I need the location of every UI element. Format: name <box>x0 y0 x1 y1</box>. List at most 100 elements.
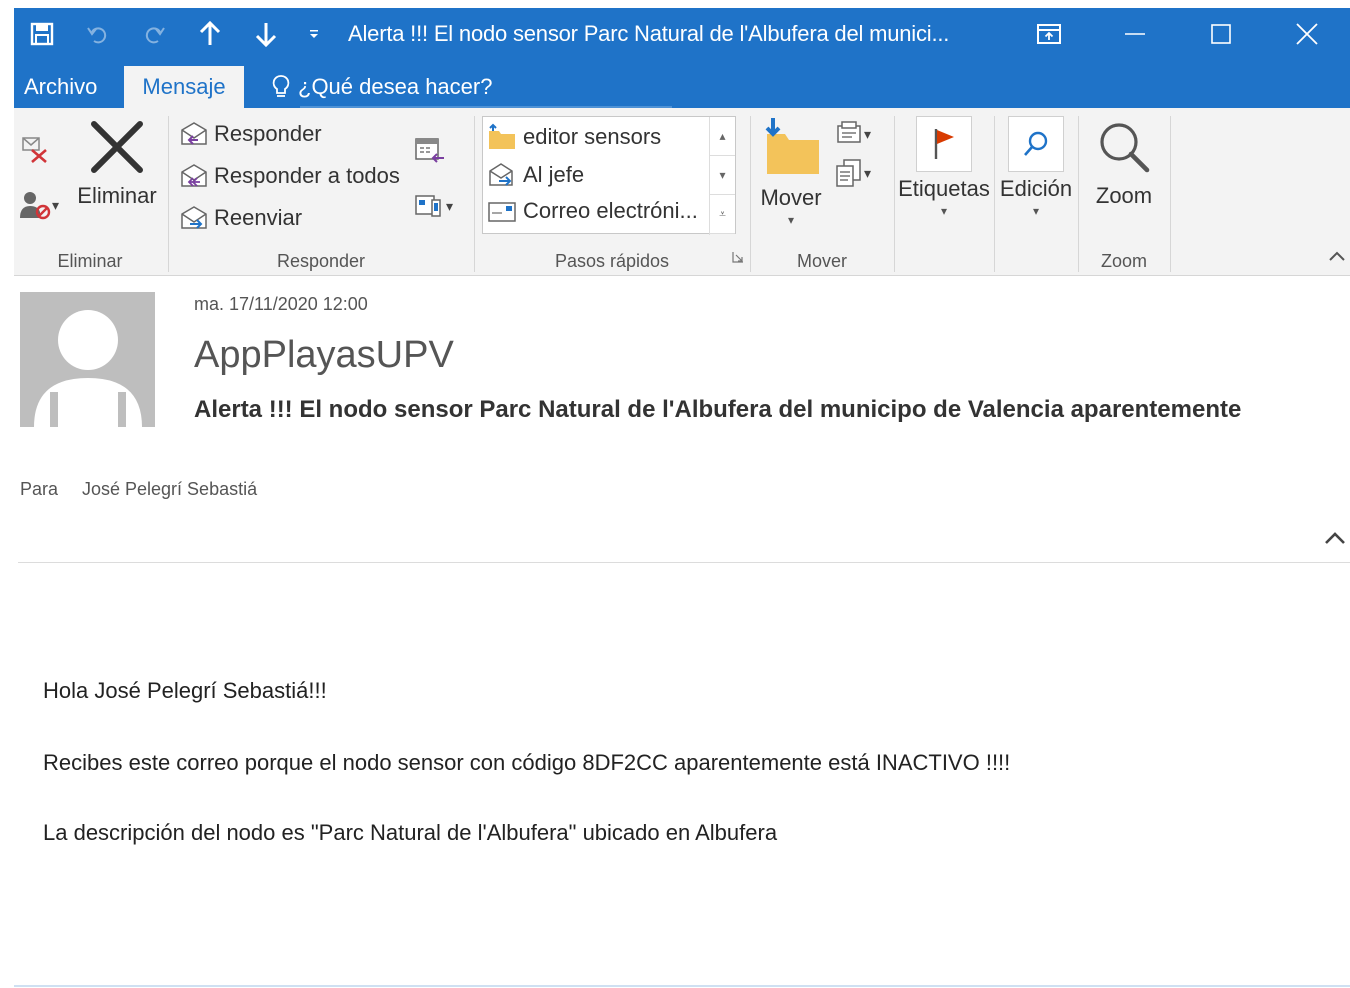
customize-qat-button[interactable] <box>294 8 334 60</box>
tab-mensaje[interactable]: Mensaje <box>124 66 244 108</box>
group-zoom: Zoom Zoom <box>1080 108 1168 276</box>
reply-icon <box>181 122 207 145</box>
editing-icon-frame <box>1008 116 1064 172</box>
ribbon-display-options-button[interactable] <box>1006 8 1092 60</box>
dialog-launcher-icon <box>732 252 743 263</box>
delete-x-icon <box>91 121 143 173</box>
undo-icon <box>87 27 107 44</box>
tags-icon-frame <box>916 116 972 172</box>
tags-dropdown-caret: ▾ <box>940 204 948 218</box>
actions-caret: ▾ <box>864 164 872 181</box>
ribbon: ▾ Eliminar Eliminar Responder Responder … <box>14 108 1350 276</box>
chevron-up-icon <box>1325 532 1345 544</box>
junk-dropdown-caret: ▾ <box>52 196 60 213</box>
more-respond-caret: ▾ <box>446 197 454 214</box>
zoom-label: Zoom <box>1095 183 1153 208</box>
body-paragraph: Recibes este correo porque el nodo senso… <box>43 750 1011 775</box>
redo-icon <box>145 27 165 44</box>
group-label-eliminar: Eliminar <box>57 251 123 271</box>
group-separator <box>750 116 751 272</box>
close-icon <box>1296 23 1318 45</box>
editing-button[interactable]: Edición ▾ <box>996 116 1076 218</box>
flag-icon <box>934 129 954 159</box>
group-separator <box>1170 116 1171 272</box>
group-separator <box>994 116 995 272</box>
editing-dropdown-caret: ▾ <box>1032 204 1040 218</box>
meeting-reply-button[interactable] <box>414 136 446 169</box>
ribbon-display-icon <box>1037 24 1061 44</box>
maximize-button[interactable] <box>1178 8 1264 60</box>
maximize-icon <box>1211 24 1231 44</box>
lightbulb-icon <box>272 75 290 97</box>
body-paragraph: La descripción del nodo es "Parc Natural… <box>43 820 778 845</box>
delete-label: Eliminar <box>77 183 157 208</box>
close-button[interactable] <box>1264 8 1350 60</box>
body-greeting: Hola José Pelegrí Sebastiá!!! <box>43 678 327 703</box>
next-item-button[interactable] <box>238 8 294 60</box>
quick-steps-launcher[interactable] <box>732 250 744 268</box>
zoom-magnifier-icon <box>1100 123 1150 173</box>
junk-button[interactable]: ▾ <box>18 188 59 222</box>
undo-button[interactable] <box>70 8 126 60</box>
group-label-pasos-rapidos: Pasos rápidos <box>554 251 670 271</box>
message-date: ma. 17/11/2020 12:00 <box>194 294 368 314</box>
junk-sender-icon <box>20 192 51 220</box>
redo-button[interactable] <box>126 8 182 60</box>
group-separator <box>474 116 475 272</box>
rules-caret: ▾ <box>864 125 872 142</box>
collapse-ribbon-button[interactable] <box>1328 249 1346 267</box>
rules-icon <box>837 121 861 143</box>
ignore-conversation-icon <box>22 137 47 163</box>
rules-button[interactable]: ▾ <box>834 120 871 148</box>
quick-access-toolbar <box>14 8 334 60</box>
arrow-down-icon <box>255 23 277 47</box>
group-label-mover: Mover <box>796 251 847 271</box>
window-title: Alerta !!! El nodo sensor Parc Natural d… <box>348 21 950 46</box>
group-eliminar: ▾ Eliminar Eliminar <box>14 108 166 276</box>
ignore-button[interactable] <box>20 132 50 171</box>
forward-button[interactable]: Reenviar <box>178 204 302 232</box>
tell-me-text: ¿Qué desea hacer? <box>298 74 493 99</box>
recipient-name[interactable]: José Pelegrí Sebastiá <box>82 479 257 500</box>
title-bar: Alerta !!! El nodo sensor Parc Natural d… <box>14 8 1350 60</box>
minimize-button[interactable] <box>1092 8 1178 60</box>
move-folder-icon <box>765 118 819 174</box>
arrow-up-icon <box>199 21 221 45</box>
header-divider <box>18 562 1350 563</box>
group-responder: Responder Responder a todos Reenviar ▾ R… <box>170 108 472 276</box>
move-button[interactable]: Mover ▾ <box>756 116 826 227</box>
group-label-responder: Responder <box>276 251 366 271</box>
message-subject: Alerta !!! El nodo sensor Parc Natural d… <box>194 396 1242 423</box>
move-dropdown-caret: ▾ <box>787 213 795 227</box>
tags-button[interactable]: Etiquetas ▾ <box>896 116 992 218</box>
meeting-reply-icon <box>415 138 444 163</box>
tell-me-box[interactable]: ¿Qué desea hacer? <box>272 66 492 108</box>
avatar <box>20 292 155 427</box>
bottom-border <box>14 985 1350 987</box>
tags-label: Etiquetas <box>898 176 990 201</box>
to-label: Para <box>20 479 59 499</box>
save-button[interactable] <box>14 8 70 60</box>
reply-button[interactable]: Responder <box>178 120 322 148</box>
window-controls <box>1006 8 1350 60</box>
sender-name[interactable]: AppPlayasUPV <box>194 334 454 377</box>
tab-archivo[interactable]: Archivo <box>24 66 97 108</box>
collapse-header-button[interactable] <box>1322 528 1348 550</box>
zoom-button[interactable]: Zoom <box>1084 118 1164 209</box>
previous-item-button[interactable] <box>182 8 238 60</box>
save-icon <box>30 22 54 46</box>
actions-icon <box>836 159 861 187</box>
customize-dropdown-icon <box>310 30 318 38</box>
delete-button[interactable]: Eliminar <box>74 118 160 209</box>
group-separator <box>1078 116 1079 272</box>
reply-all-button[interactable]: Responder a todos <box>178 162 400 190</box>
group-label-zoom: Zoom <box>1100 251 1147 271</box>
group-mover: Mover ▾ ▾ ▾ Mover <box>752 108 892 276</box>
reply-all-label: Responder a todos <box>214 163 400 188</box>
forward-label: Reenviar <box>214 205 303 230</box>
actions-button[interactable]: ▾ <box>834 158 871 188</box>
forward-icon <box>181 206 207 229</box>
editing-label: Edición <box>999 176 1073 201</box>
more-respond-button[interactable]: ▾ <box>414 192 453 220</box>
minimize-icon <box>1125 33 1145 35</box>
